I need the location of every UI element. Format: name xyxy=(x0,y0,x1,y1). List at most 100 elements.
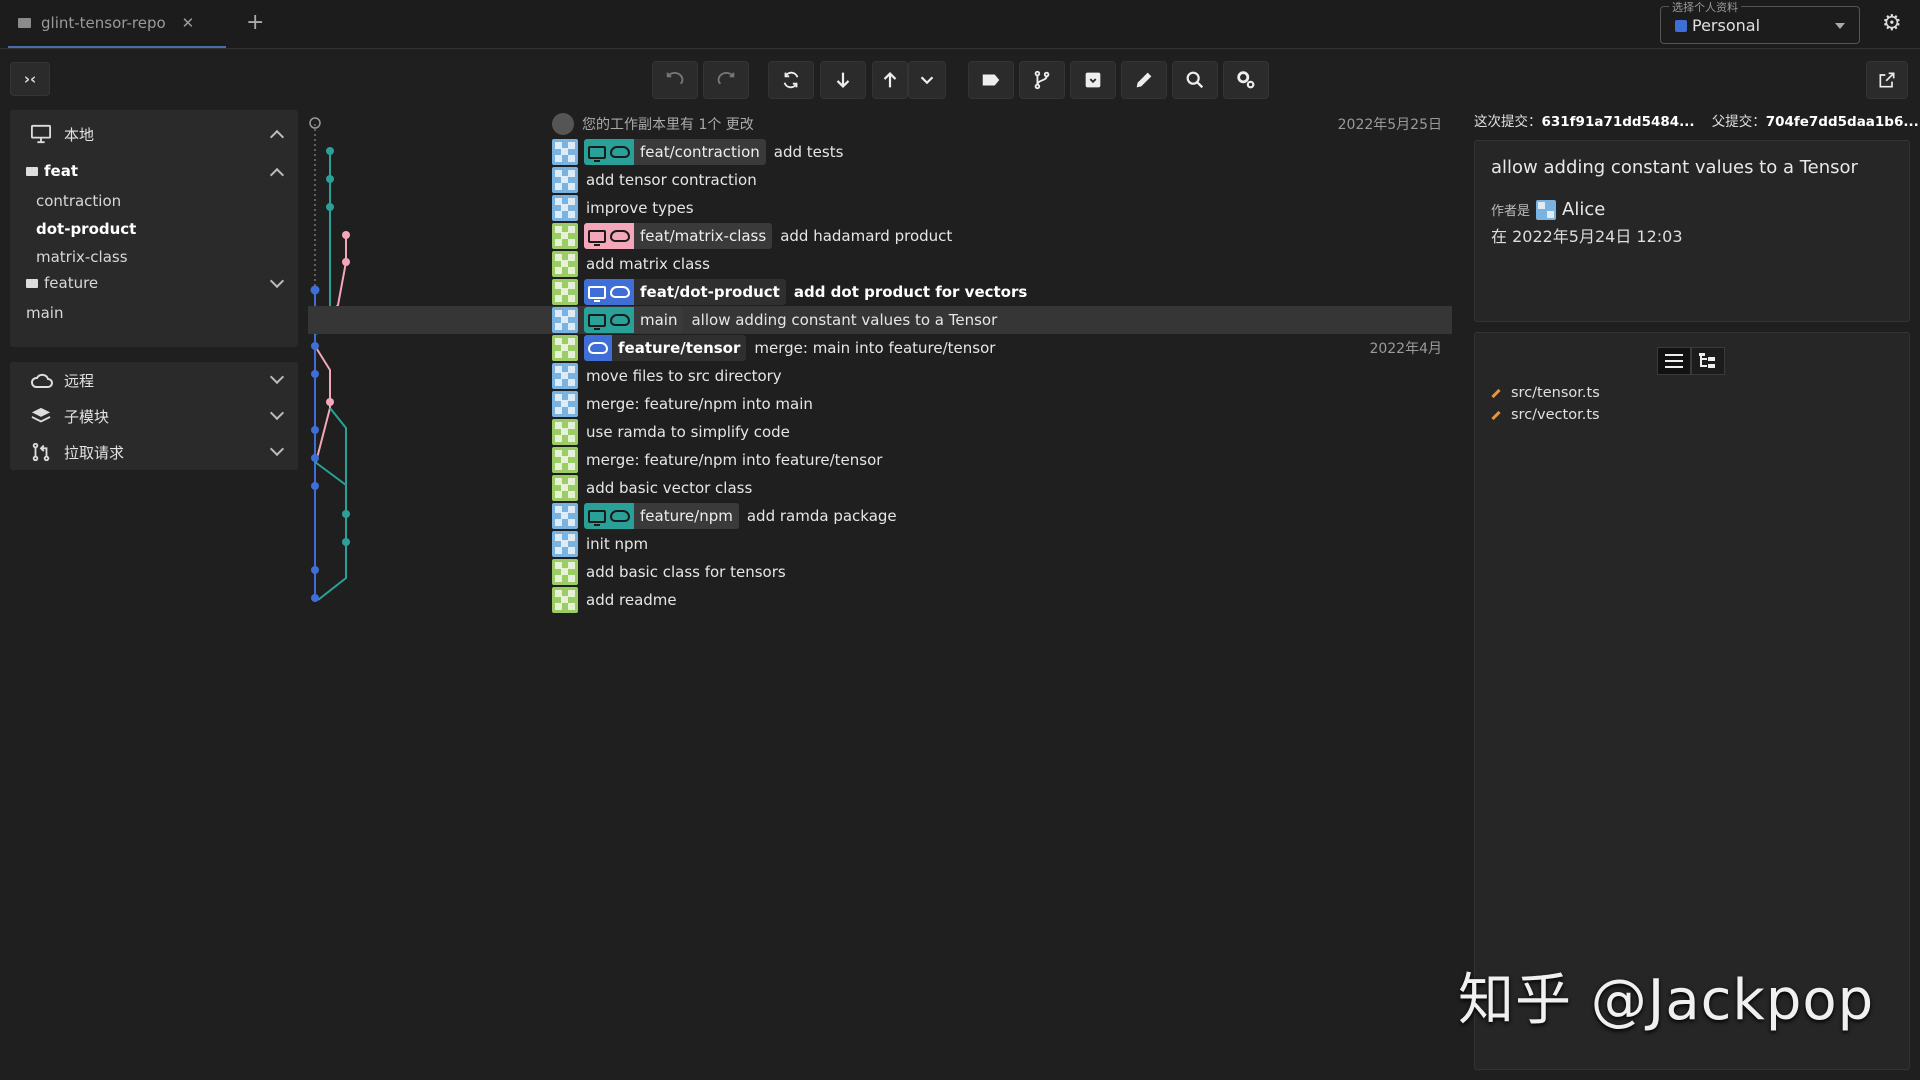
commit-row[interactable]: feat/dot-product add dot product for vect… xyxy=(552,278,1452,306)
close-icon[interactable]: ✕ xyxy=(182,14,195,32)
commit-row[interactable]: move files to src directory xyxy=(552,362,1452,390)
commit-message: improve types xyxy=(586,199,694,217)
commit-row[interactable]: merge: feature/npm into feature/tensor xyxy=(552,446,1452,474)
profile-value: Personal xyxy=(1692,16,1761,35)
author-avatar xyxy=(552,139,578,165)
refresh-button[interactable] xyxy=(768,61,814,99)
folder-icon xyxy=(18,18,31,28)
pencil-icon xyxy=(1136,72,1152,88)
commit-row[interactable]: add tensor contraction xyxy=(552,166,1452,194)
commit-row[interactable]: feature/npm add ramda package xyxy=(552,502,1452,530)
pull-requests-section-header[interactable]: 拉取请求 xyxy=(10,436,298,468)
branch-badge[interactable]: feat/matrix-class xyxy=(584,223,773,249)
commit-row[interactable]: improve types xyxy=(552,194,1452,222)
list-icon xyxy=(1665,354,1683,368)
branch-name: feat/dot-product xyxy=(634,279,786,305)
repo-settings-button[interactable] xyxy=(1223,61,1269,99)
branch-badge[interactable]: main xyxy=(584,307,684,333)
branch-item-main[interactable]: main xyxy=(26,304,63,322)
author-avatar xyxy=(552,531,578,557)
branch-item-contraction[interactable]: contraction xyxy=(36,192,121,210)
tree-icon xyxy=(1699,353,1715,368)
cloud-icon xyxy=(588,342,608,354)
monitor-icon xyxy=(588,285,606,302)
commit-message: allow adding constant values to a Tensor xyxy=(691,311,998,329)
parent-commit-hash[interactable]: 704fe7dd5daa1b6... xyxy=(1766,114,1919,130)
working-copy-row[interactable]: 您的工作副本里有 1个 更改 2022年5月25日 xyxy=(552,110,1452,138)
commit-node xyxy=(326,203,334,211)
author-avatar xyxy=(552,335,578,361)
author-avatar xyxy=(552,559,578,585)
folder-icon xyxy=(26,279,38,288)
commit-row[interactable]: add readme xyxy=(552,586,1452,614)
tree-view-button[interactable] xyxy=(1691,347,1725,375)
modified-pencil-icon xyxy=(1491,388,1501,398)
file-path: src/tensor.ts xyxy=(1511,385,1600,401)
commit-row[interactable]: init npm xyxy=(552,530,1452,558)
branch-item-matrix-class[interactable]: matrix-class xyxy=(36,248,128,266)
chevron-down-icon[interactable] xyxy=(269,441,285,457)
commit-node xyxy=(311,454,319,462)
branch-item-dot-product[interactable]: dot-product xyxy=(36,220,136,238)
chevron-down-icon[interactable] xyxy=(269,405,285,421)
commit-graph xyxy=(309,117,350,602)
commit-row[interactable]: add basic class for tensors xyxy=(552,558,1452,586)
file-path: src/vector.ts xyxy=(1511,407,1600,423)
folder-feature[interactable]: feature xyxy=(10,268,298,300)
branch-badge[interactable]: feature/tensor xyxy=(584,335,747,361)
branch-badge[interactable]: feat/contraction xyxy=(584,139,766,165)
commit-row[interactable]: add basic vector class xyxy=(552,474,1452,502)
author-avatar xyxy=(552,223,578,249)
author-avatar xyxy=(552,279,578,305)
commit-message: add hadamard product xyxy=(780,227,953,245)
submodules-section-header[interactable]: 子模块 xyxy=(10,400,298,432)
open-external-button[interactable] xyxy=(1866,61,1908,99)
this-commit-hash[interactable]: 631f91a71dd5484... xyxy=(1542,114,1695,130)
commit-row[interactable]: main allow adding constant values to a Te… xyxy=(308,306,1452,334)
author-line: 作者是 Alice xyxy=(1491,199,1605,220)
redo-button[interactable] xyxy=(703,61,749,99)
chevron-up-icon[interactable] xyxy=(269,167,285,183)
push-options-button[interactable] xyxy=(908,61,946,99)
commit-row[interactable]: feat/matrix-class add hadamard product xyxy=(552,222,1452,250)
chevron-down-icon[interactable] xyxy=(269,273,285,289)
tag-button[interactable] xyxy=(968,61,1014,99)
author-avatar xyxy=(552,419,578,445)
monitor-icon xyxy=(588,509,606,526)
submodules-label: 子模块 xyxy=(64,407,110,426)
edit-button[interactable] xyxy=(1121,61,1167,99)
changed-file-item[interactable]: src/vector.ts xyxy=(1491,407,1600,423)
stash-button[interactable] xyxy=(1070,61,1116,99)
commit-row[interactable]: feat/contraction add tests xyxy=(552,138,1452,166)
commit-row[interactable]: merge: feature/npm into main xyxy=(552,390,1452,418)
settings-gear-icon[interactable]: ⚙ xyxy=(1882,11,1902,36)
changed-file-item[interactable]: src/tensor.ts xyxy=(1491,385,1600,401)
pull-button[interactable] xyxy=(820,61,866,99)
branch-button[interactable] xyxy=(1019,61,1065,99)
push-button[interactable] xyxy=(872,61,908,99)
commit-node xyxy=(342,231,350,239)
commit-node xyxy=(326,398,334,406)
new-tab-button[interactable]: + xyxy=(246,10,264,35)
commit-row[interactable]: use ramda to simplify code xyxy=(552,418,1452,446)
commit-message: merge: main into feature/tensor xyxy=(754,339,996,357)
profile-legend: 选择个人资料 xyxy=(1669,0,1741,15)
list-view-button[interactable] xyxy=(1657,347,1691,375)
branch-badge[interactable]: feature/npm xyxy=(584,503,739,529)
repo-tab[interactable]: glint-tensor-repo ✕ xyxy=(8,0,226,48)
chevron-down-icon[interactable] xyxy=(269,369,285,385)
commit-row[interactable]: feature/tensor merge: main into feature/t… xyxy=(552,334,1452,362)
remote-section-header[interactable]: 远程 xyxy=(10,364,298,396)
chevron-up-icon[interactable] xyxy=(269,129,285,145)
git-branch-icon xyxy=(1034,70,1050,90)
collapse-sidebar-button[interactable]: ›‹ xyxy=(10,62,50,96)
local-section-header[interactable]: 本地 xyxy=(10,118,298,150)
undo-button[interactable] xyxy=(652,61,698,99)
tab-bar: glint-tensor-repo ✕ + 选择个人资料 Personal ⚙ xyxy=(0,0,1920,49)
folder-feat[interactable]: feat xyxy=(10,156,298,188)
branch-badge[interactable]: feat/dot-product xyxy=(584,279,786,305)
commit-date: 2022年5月25日 xyxy=(1337,117,1442,133)
commit-row[interactable]: add matrix class xyxy=(552,250,1452,278)
search-button[interactable] xyxy=(1172,61,1218,99)
profile-select[interactable]: 选择个人资料 Personal xyxy=(1660,0,1860,44)
